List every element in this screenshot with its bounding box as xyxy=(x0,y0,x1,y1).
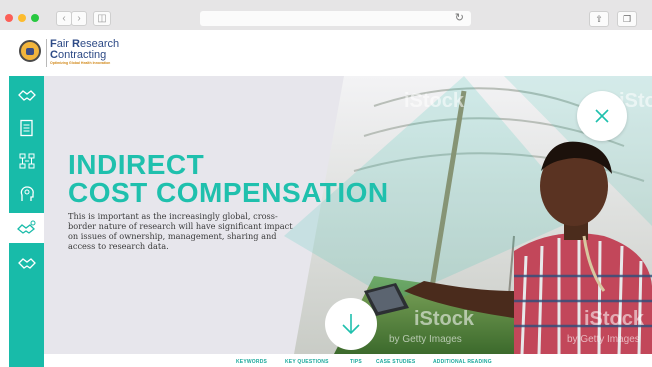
back-button[interactable]: ‹ xyxy=(56,11,72,26)
sidebar-toggle-button[interactable]: ◫ xyxy=(93,11,111,26)
sidebar xyxy=(9,76,44,367)
site-header: Fair Research Contracting Optimizing Glo… xyxy=(0,30,652,76)
page-title-line2: COST COMPENSATION xyxy=(68,177,389,208)
close-icon xyxy=(595,109,609,123)
section-link-tips[interactable]: TIPS xyxy=(350,359,362,365)
page-title-line1: INDIRECT xyxy=(68,149,205,180)
section-link-key-questions[interactable]: KEY QUESTIONS xyxy=(285,359,329,365)
sidebar-item-network[interactable] xyxy=(9,146,44,176)
sidebar-item-handshake-2[interactable] xyxy=(9,248,44,278)
close-button[interactable] xyxy=(577,91,627,141)
zoom-window-button[interactable] xyxy=(31,14,39,22)
head-gears-icon xyxy=(20,186,34,201)
section-link-case-studies[interactable]: CASE STUDIES xyxy=(376,359,415,365)
minimize-window-button[interactable] xyxy=(18,14,26,22)
chevron-left-icon: ‹ xyxy=(62,13,66,24)
watermark: iStock xyxy=(404,90,465,112)
watermark: iStock xyxy=(584,308,645,330)
watermark: iStock xyxy=(414,308,475,330)
handshake-icon xyxy=(17,90,36,101)
logo-tagline: Optimizing Global Health Innovation xyxy=(50,61,111,65)
section-link-additional-reading[interactable]: ADDITIONAL READING xyxy=(433,359,492,365)
share-button[interactable]: ⇧ xyxy=(589,11,609,27)
sidebar-icon: ◫ xyxy=(97,13,107,24)
reload-icon[interactable]: ↻ xyxy=(455,12,464,25)
logo-divider xyxy=(46,39,47,67)
sidebar-item-indirect-cost[interactable] xyxy=(9,213,44,243)
sidebar-item-handshake[interactable] xyxy=(9,80,44,110)
chevron-right-icon: › xyxy=(77,13,81,24)
handshake-money-icon xyxy=(16,220,35,234)
hero-description: This is important as the increasingly gl… xyxy=(68,211,293,251)
tabs-icon: ❐ xyxy=(622,14,632,24)
section-link-keywords[interactable]: KEYWORDS xyxy=(236,359,267,365)
sidebar-item-document[interactable] xyxy=(9,113,44,143)
share-icon: ⇧ xyxy=(595,14,603,24)
arrow-down-icon xyxy=(342,314,360,335)
logo-emblem[interactable] xyxy=(19,40,41,62)
watermark-caption: by Getty Images xyxy=(567,334,640,345)
close-window-button[interactable] xyxy=(5,14,13,22)
browser-toolbar: ‹ › ◫ ↻ ⇧ ❐ xyxy=(0,0,652,31)
scroll-down-button[interactable] xyxy=(325,298,377,350)
hero-section: iStock iStock iStock by Getty Images iSt… xyxy=(44,76,652,354)
section-nav: KEYWORDS KEY QUESTIONS TIPS CASE STUDIES… xyxy=(44,354,652,367)
sidebar-item-head[interactable] xyxy=(9,179,44,209)
document-icon xyxy=(19,119,33,137)
watermark-caption: by Getty Images xyxy=(389,334,462,345)
logo-text-line2[interactable]: Contracting xyxy=(50,49,106,61)
tabs-button[interactable]: ❐ xyxy=(617,11,637,27)
handshake-icon xyxy=(17,258,36,269)
network-icon xyxy=(19,153,34,169)
address-bar[interactable]: ↻ xyxy=(200,11,471,26)
forward-button[interactable]: › xyxy=(71,11,87,26)
